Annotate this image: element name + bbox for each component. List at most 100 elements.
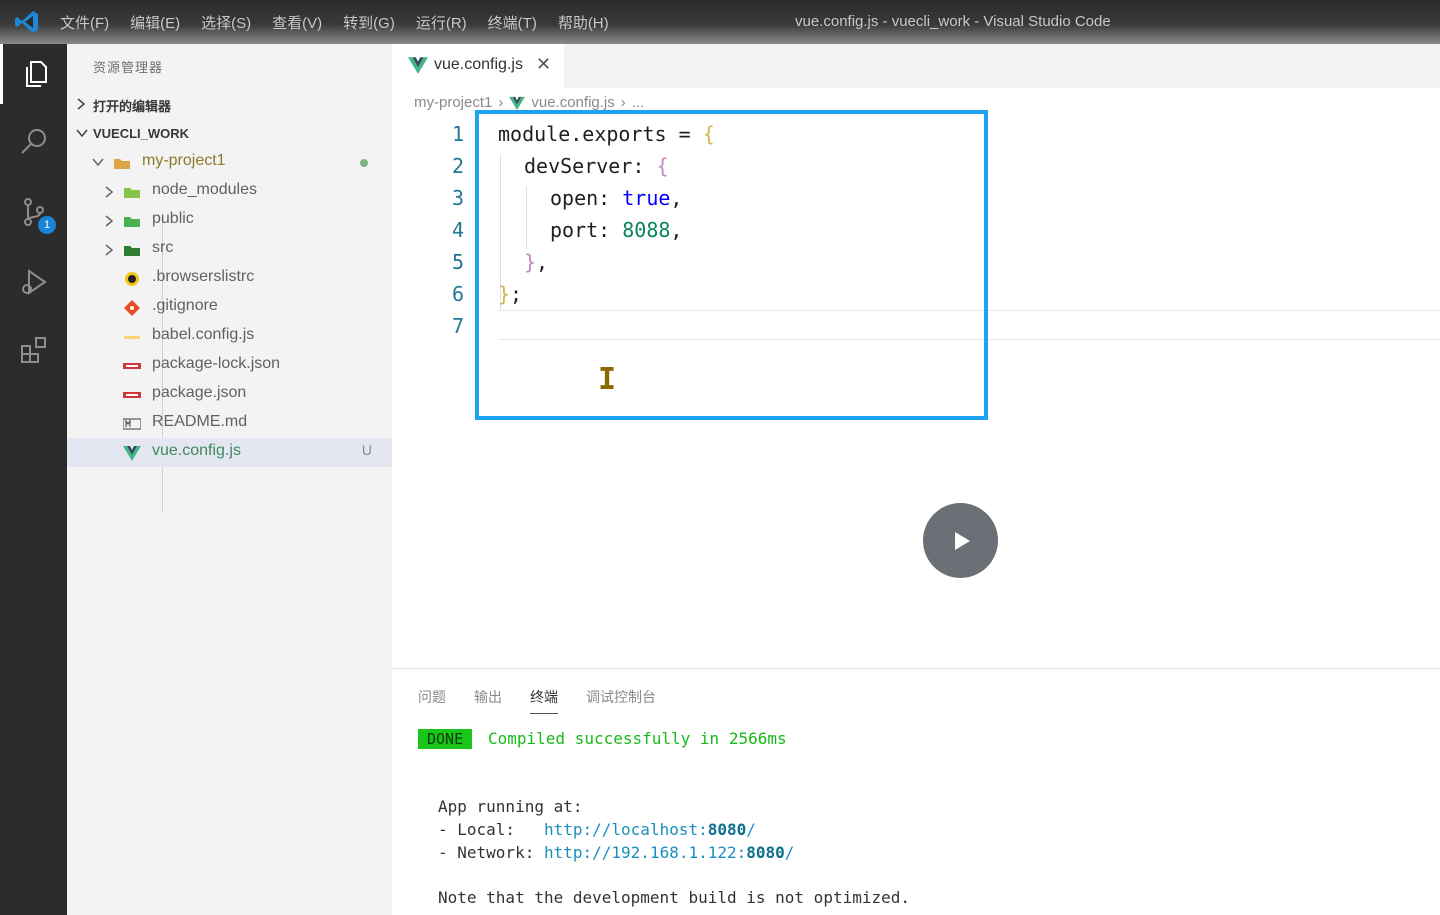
files-icon <box>26 61 47 87</box>
explorer-button[interactable] <box>0 44 67 104</box>
npm-icon <box>123 363 141 369</box>
url-port: 8080 <box>707 820 747 839</box>
chevron-right-icon: › <box>498 94 504 111</box>
breadcrumb-symbol[interactable]: ... <box>632 94 645 111</box>
compiled-message: Compiled successfully in 2566ms <box>488 729 787 748</box>
menu-edit[interactable]: 编辑(E) <box>130 12 180 33</box>
tree-item-label: package.json <box>152 384 247 401</box>
tab-output[interactable]: 输出 <box>474 687 502 714</box>
menu-help[interactable]: 帮助(H) <box>558 12 609 33</box>
explorer-title: 资源管理器 <box>93 60 164 75</box>
browserslist-icon <box>125 272 139 286</box>
vue-icon <box>408 57 428 74</box>
vue-icon <box>509 96 526 110</box>
tree-item-label: public <box>152 210 194 227</box>
search-icon <box>20 129 46 154</box>
menu-bar: 文件(F) 编辑(E) 选择(S) 查看(V) 转到(G) 运行(R) 终端(T… <box>60 12 609 33</box>
breadcrumb-folder[interactable]: my-project1 <box>414 94 492 111</box>
tree-item-label: src <box>152 239 174 256</box>
menu-selection[interactable]: 选择(S) <box>201 12 251 33</box>
chevron-down-icon <box>92 158 104 167</box>
line-number: 4 <box>451 218 464 242</box>
extensions-button[interactable] <box>0 320 67 380</box>
line-number: 3 <box>451 186 464 210</box>
network-line: - Network: http://192.168.1.122:8080/ <box>438 843 794 862</box>
tree-item-browserslistrc[interactable]: .browserslistrc <box>67 264 392 293</box>
menu-file[interactable]: 文件(F) <box>60 12 109 33</box>
tab-label: vue.config.js <box>434 56 523 73</box>
tree-item-label: package-lock.json <box>152 355 281 372</box>
breadcrumb-file[interactable]: vue.config.js <box>531 94 614 111</box>
folder-node-icon <box>124 188 140 198</box>
play-icon <box>954 531 970 550</box>
local-label: - Local: <box>438 820 544 839</box>
search-button[interactable] <box>0 112 67 172</box>
menu-terminal[interactable]: 终端(T) <box>488 12 537 33</box>
tree-item-public[interactable]: public <box>67 206 392 235</box>
url-port: 8080 <box>746 843 785 862</box>
chevron-right-icon: › <box>620 94 626 111</box>
chevron-right-icon <box>77 98 86 110</box>
tree-item-label: .gitignore <box>152 297 218 314</box>
menu-run[interactable]: 运行(R) <box>416 12 467 33</box>
tree-item-vue-config[interactable]: vue.config.js U <box>67 438 392 467</box>
folder-public-icon <box>124 217 140 227</box>
line-number: 7 <box>451 314 464 338</box>
local-url[interactable]: http://localhost:8080/ <box>544 820 756 839</box>
tab-problems[interactable]: 问题 <box>418 687 446 714</box>
tree-item-node-modules[interactable]: node_modules <box>67 177 392 206</box>
scm-badge: 1 <box>38 216 56 234</box>
babel-icon <box>124 336 140 339</box>
untracked-status: U <box>361 442 372 458</box>
workspace-section[interactable]: VUECLI_WORK <box>67 120 392 148</box>
tree-item-package-json[interactable]: package.json <box>67 380 392 409</box>
bottom-panel: 问题 输出 终端 调试控制台 DONE Compiled successfull… <box>392 668 1440 915</box>
window-title: vue.config.js - vuecli_work - Visual Stu… <box>795 13 1111 30</box>
tree-item-package-lock[interactable]: package-lock.json <box>67 351 392 380</box>
tree-item-babel-config[interactable]: babel.config.js <box>67 322 392 351</box>
tab-terminal[interactable]: 终端 <box>530 687 558 714</box>
open-editors-section[interactable]: 打开的编辑器 <box>67 90 392 118</box>
tree-item-label: my-project1 <box>142 152 226 169</box>
breadcrumb: my-project1 › vue.config.js › ... <box>414 94 644 111</box>
extensions-icon <box>20 337 46 363</box>
modified-dot <box>360 159 368 167</box>
tree-item-label: .browserslistrc <box>152 268 255 285</box>
vscode-logo-icon <box>15 11 38 33</box>
chevron-right-icon <box>105 215 114 227</box>
tree-item-src[interactable]: src <box>67 235 392 264</box>
done-badge: DONE <box>418 729 473 749</box>
menu-view[interactable]: 查看(V) <box>272 12 322 33</box>
network-url[interactable]: http://192.168.1.122:8080/ <box>544 843 794 862</box>
tab-debug-console[interactable]: 调试控制台 <box>586 687 656 714</box>
npm-icon <box>123 392 141 398</box>
local-line: - Local: http://localhost:8080/ <box>438 820 756 839</box>
close-icon[interactable]: ✕ <box>536 54 551 75</box>
tree-item-gitignore[interactable]: .gitignore <box>67 293 392 322</box>
workspace-label: VUECLI_WORK <box>93 126 190 141</box>
explorer-sidebar: 资源管理器 打开的编辑器 VUECLI_WORK my-project1 nod… <box>67 44 392 915</box>
tree-item-my-project1[interactable]: my-project1 <box>67 148 392 177</box>
tree-item-readme[interactable]: README.md <box>67 409 392 438</box>
git-icon <box>124 300 140 316</box>
chevron-down-icon <box>76 129 88 138</box>
tree-item-label: README.md <box>152 413 248 430</box>
line-number: 5 <box>451 250 464 274</box>
run-debug-button[interactable] <box>0 252 67 312</box>
folder-src-icon <box>124 246 140 256</box>
play-button[interactable] <box>923 503 998 578</box>
url-text: / <box>784 843 795 862</box>
url-text: http://localhost: <box>543 820 708 839</box>
title-bar: 文件(F) 编辑(E) 选择(S) 查看(V) 转到(G) 运行(R) 终端(T… <box>0 0 1440 44</box>
menu-go[interactable]: 转到(G) <box>343 12 395 33</box>
run-debug-icon <box>21 269 47 295</box>
url-text: http://192.168.1.122: <box>543 843 747 862</box>
folder-icon <box>114 159 130 169</box>
source-control-button[interactable]: 1 <box>0 182 67 242</box>
highlight-annotation-box <box>475 110 988 420</box>
vue-icon <box>123 446 141 461</box>
tree-item-label: babel.config.js <box>152 326 255 343</box>
markdown-icon <box>123 418 141 430</box>
activity-bar: 1 <box>0 44 67 915</box>
tab-vue-config[interactable]: vue.config.js ✕ <box>392 44 564 88</box>
